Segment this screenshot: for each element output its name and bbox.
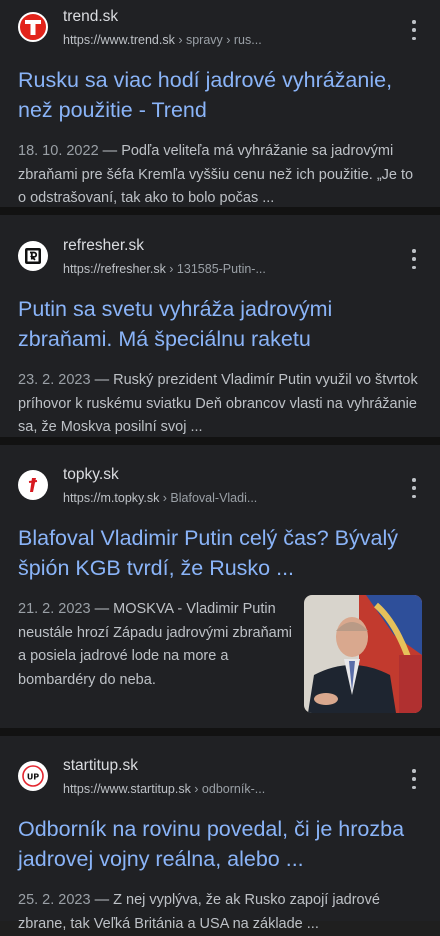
site-url: https://www.startitup.sk › odborník-...	[63, 782, 266, 796]
site-header[interactable]: trend.sk https://www.trend.sk › spravy ›…	[18, 6, 422, 57]
search-result: refresher.sk https://refresher.sk › 1315…	[0, 215, 440, 437]
result-thumbnail[interactable]	[304, 595, 422, 713]
svg-text:UP: UP	[27, 773, 39, 782]
result-date: 21. 2. 2023	[18, 601, 91, 617]
site-header[interactable]: refresher.sk https://refresher.sk › 1315…	[18, 235, 422, 286]
result-title-link[interactable]: Putin sa svetu vyhráža jadrovými zbraňam…	[18, 294, 422, 354]
site-name: refresher.sk	[63, 237, 144, 254]
site-name: topky.sk	[63, 466, 119, 483]
search-result: UP startitup.sk https://www.startitup.sk…	[0, 736, 440, 932]
refresher-icon	[18, 241, 48, 271]
result-date: 18. 10. 2022	[18, 143, 99, 159]
site-url: https://www.trend.sk › spravy › rus...	[63, 33, 262, 47]
more-options-icon[interactable]	[406, 769, 422, 789]
trend-icon	[18, 12, 48, 42]
site-header[interactable]: topky.sk https://m.topky.sk › Blafoval-V…	[18, 464, 422, 515]
search-result: topky.sk https://m.topky.sk › Blafoval-V…	[0, 445, 440, 728]
result-snippet: 21. 2. 2023 — MOSKVA - Vladimir Putin ne…	[18, 601, 293, 688]
startitup-icon: UP	[18, 761, 48, 791]
separator	[0, 728, 440, 736]
result-body: 21. 2. 2023 — MOSKVA - Vladimir Putin ne…	[18, 583, 422, 713]
more-options-icon[interactable]	[406, 20, 422, 40]
result-snippet: 23. 2. 2023 — Ruský prezident Vladimír P…	[18, 372, 418, 435]
result-snippet: 18. 10. 2022 — Podľa veliteľa má vyhráža…	[18, 143, 414, 206]
site-name: trend.sk	[63, 8, 119, 25]
site-url: https://m.topky.sk › Blafoval-Vladi...	[63, 491, 258, 505]
topky-icon	[18, 470, 48, 500]
site-name: startitup.sk	[63, 757, 138, 774]
result-title-link[interactable]: Odborník na rovinu povedal, či je hrozba…	[18, 814, 422, 874]
more-options-icon[interactable]	[406, 478, 422, 498]
result-title-link[interactable]: Blafoval Vladimir Putin celý čas? Bývalý…	[18, 523, 422, 583]
search-result: trend.sk https://www.trend.sk › spravy ›…	[0, 0, 440, 207]
result-date: 23. 2. 2023	[18, 372, 91, 388]
more-options-icon[interactable]	[406, 249, 422, 269]
site-header[interactable]: UP startitup.sk https://www.startitup.sk…	[18, 755, 422, 806]
result-date: 25. 2. 2023	[18, 892, 91, 908]
site-url: https://refresher.sk › 131585-Putin-...	[63, 262, 266, 276]
result-title-link[interactable]: Rusku sa viac hodí jadrové vyhrážanie, n…	[18, 65, 422, 125]
